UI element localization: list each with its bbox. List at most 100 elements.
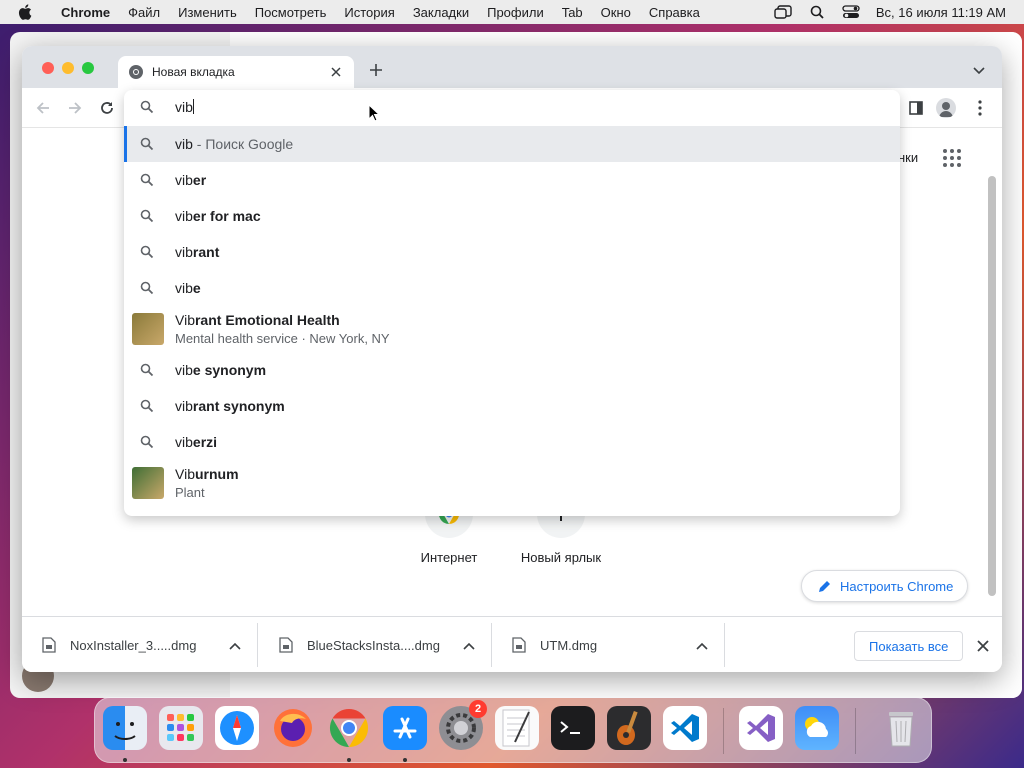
firefox-icon[interactable] <box>271 706 315 750</box>
suggestion-suffix: - Поиск Google <box>192 136 294 152</box>
suggestion-completion: urnum <box>194 466 239 482</box>
ntp-top-link[interactable]: нки <box>898 150 918 165</box>
more-options-icon[interactable] <box>970 98 990 118</box>
download-filename: BlueStacksInsta....dmg <box>307 637 440 653</box>
suggestion-row[interactable]: vib - Поиск Google <box>124 126 900 162</box>
suggestion-row[interactable]: vibe <box>124 270 900 306</box>
finder-icon[interactable] <box>103 706 147 750</box>
omnibox-dropdown: vib vib - Поиск Google viber viber for mac… <box>124 90 900 516</box>
omnibox-input[interactable]: vib <box>124 90 900 126</box>
menu-view[interactable]: Посмотреть <box>246 5 336 20</box>
tab-title: Новая вкладка <box>152 65 235 79</box>
download-item[interactable]: BlueStacksInsta....dmg <box>259 623 492 667</box>
download-item[interactable]: NoxInstaller_3.....dmg <box>22 623 258 667</box>
omnibox-value: vib <box>175 99 193 115</box>
chrome-icon[interactable] <box>327 706 371 750</box>
launchpad-icon[interactable] <box>159 706 203 750</box>
search-icon <box>140 100 156 116</box>
entity-thumbnail <box>132 467 164 499</box>
scrollbar[interactable] <box>988 176 996 596</box>
mouse-cursor-icon <box>368 103 381 122</box>
google-apps-icon[interactable] <box>942 148 962 168</box>
spotlight-search-icon[interactable] <box>808 4 826 20</box>
text-caret <box>192 99 194 114</box>
suggestion-completion: erzi <box>192 434 218 450</box>
suggestion-subtitle: Plant <box>175 485 205 500</box>
weather-icon[interactable] <box>795 706 839 750</box>
back-arrow-icon[interactable] <box>34 99 52 117</box>
vscode-icon[interactable] <box>663 706 707 750</box>
suggestion-entity-row[interactable]: Vibrant Emotional Health Mental health se… <box>124 306 900 352</box>
tab-new-tab[interactable]: Новая вкладка <box>118 56 354 88</box>
menu-app-name[interactable]: Chrome <box>52 5 119 20</box>
suggestion-prefix: vib <box>175 172 193 188</box>
close-icon[interactable] <box>976 639 990 653</box>
suggestion-row[interactable]: viberzi <box>124 424 900 460</box>
suggestion-prefix: vib <box>175 280 193 296</box>
textedit-icon[interactable] <box>495 706 539 750</box>
terminal-icon[interactable] <box>551 706 595 750</box>
menu-bookmarks[interactable]: Закладки <box>404 5 478 20</box>
stage-manager-icon[interactable] <box>774 4 792 20</box>
customize-label: Настроить Chrome <box>840 578 954 594</box>
download-shelf: NoxInstaller_3.....dmg BlueStacksInsta..… <box>22 616 1002 672</box>
window-zoom-button[interactable] <box>82 62 94 74</box>
suggestion-completion: rant Emotional Health <box>194 312 340 328</box>
suggestion-completion: rant synonym <box>192 398 285 414</box>
suggestion-subtitle: Mental health service · New York, NY <box>175 331 390 346</box>
chevron-up-icon[interactable] <box>229 640 241 650</box>
menu-tab[interactable]: Tab <box>553 5 592 20</box>
trash-icon[interactable] <box>879 706 923 750</box>
window-minimize-button[interactable] <box>62 62 74 74</box>
window-close-button[interactable] <box>42 62 54 74</box>
suggestion-completion: er for mac <box>192 208 261 224</box>
suggestion-prefix: vib <box>175 434 193 450</box>
forward-arrow-icon[interactable] <box>66 99 84 117</box>
system-settings-icon[interactable]: 2 <box>439 700 487 750</box>
menu-profiles[interactable]: Профили <box>478 5 553 20</box>
suggestion-text: viber <box>175 172 206 188</box>
tab-close-icon[interactable] <box>328 64 344 80</box>
menu-help[interactable]: Справка <box>640 5 709 20</box>
shortcut-label: Интернет <box>420 550 478 565</box>
menu-window[interactable]: Окно <box>592 5 640 20</box>
new-tab-button[interactable] <box>368 62 384 78</box>
chevron-down-icon[interactable] <box>972 64 986 75</box>
chevron-up-icon[interactable] <box>463 640 475 650</box>
profile-icon[interactable] <box>936 98 956 118</box>
suggestion-prefix: vib <box>175 136 193 152</box>
suggestion-row[interactable]: viber <box>124 162 900 198</box>
chrome-window: Новая вкладка нки Интернет Новый ярлык Н… <box>22 46 1002 672</box>
suggestion-text: viber for mac <box>175 208 261 224</box>
pencil-icon <box>819 581 830 592</box>
menu-bar: Chrome Файл Изменить Посмотреть История … <box>0 0 1024 24</box>
suggestion-entity-row[interactable]: Viburnum Plant <box>124 460 900 506</box>
apple-menu-icon[interactable] <box>18 4 40 20</box>
suggestion-prefix: vib <box>175 362 193 378</box>
reload-icon[interactable] <box>98 99 116 117</box>
app-store-icon[interactable] <box>383 706 427 750</box>
suggestion-row[interactable]: vibrant synonym <box>124 388 900 424</box>
suggestion-completion: er <box>192 172 207 188</box>
side-panel-icon[interactable] <box>906 98 926 118</box>
suggestion-row[interactable]: vibe synonym <box>124 352 900 388</box>
suggestion-row[interactable]: viber for mac <box>124 198 900 234</box>
suggestion-prefix: vib <box>175 398 193 414</box>
dock: 2 <box>94 697 932 763</box>
customize-chrome-button[interactable]: Настроить Chrome <box>801 570 969 602</box>
visual-studio-icon[interactable] <box>739 706 783 750</box>
suggestion-text: viberzi <box>175 434 217 450</box>
garageband-icon[interactable] <box>607 706 651 750</box>
suggestion-prefix: vib <box>175 244 193 260</box>
chevron-up-icon[interactable] <box>696 640 708 650</box>
safari-icon[interactable] <box>215 706 259 750</box>
search-icon <box>140 173 154 187</box>
show-all-downloads-button[interactable]: Показать все <box>854 631 964 661</box>
menu-edit[interactable]: Изменить <box>169 5 246 20</box>
menu-file[interactable]: Файл <box>119 5 169 20</box>
menu-history[interactable]: История <box>335 5 403 20</box>
download-item[interactable]: UTM.dmg <box>492 623 725 667</box>
menu-clock[interactable]: Вс, 16 июля 11:19 AM <box>876 5 1006 20</box>
suggestion-row[interactable]: vibrant <box>124 234 900 270</box>
control-center-icon[interactable] <box>842 4 860 20</box>
